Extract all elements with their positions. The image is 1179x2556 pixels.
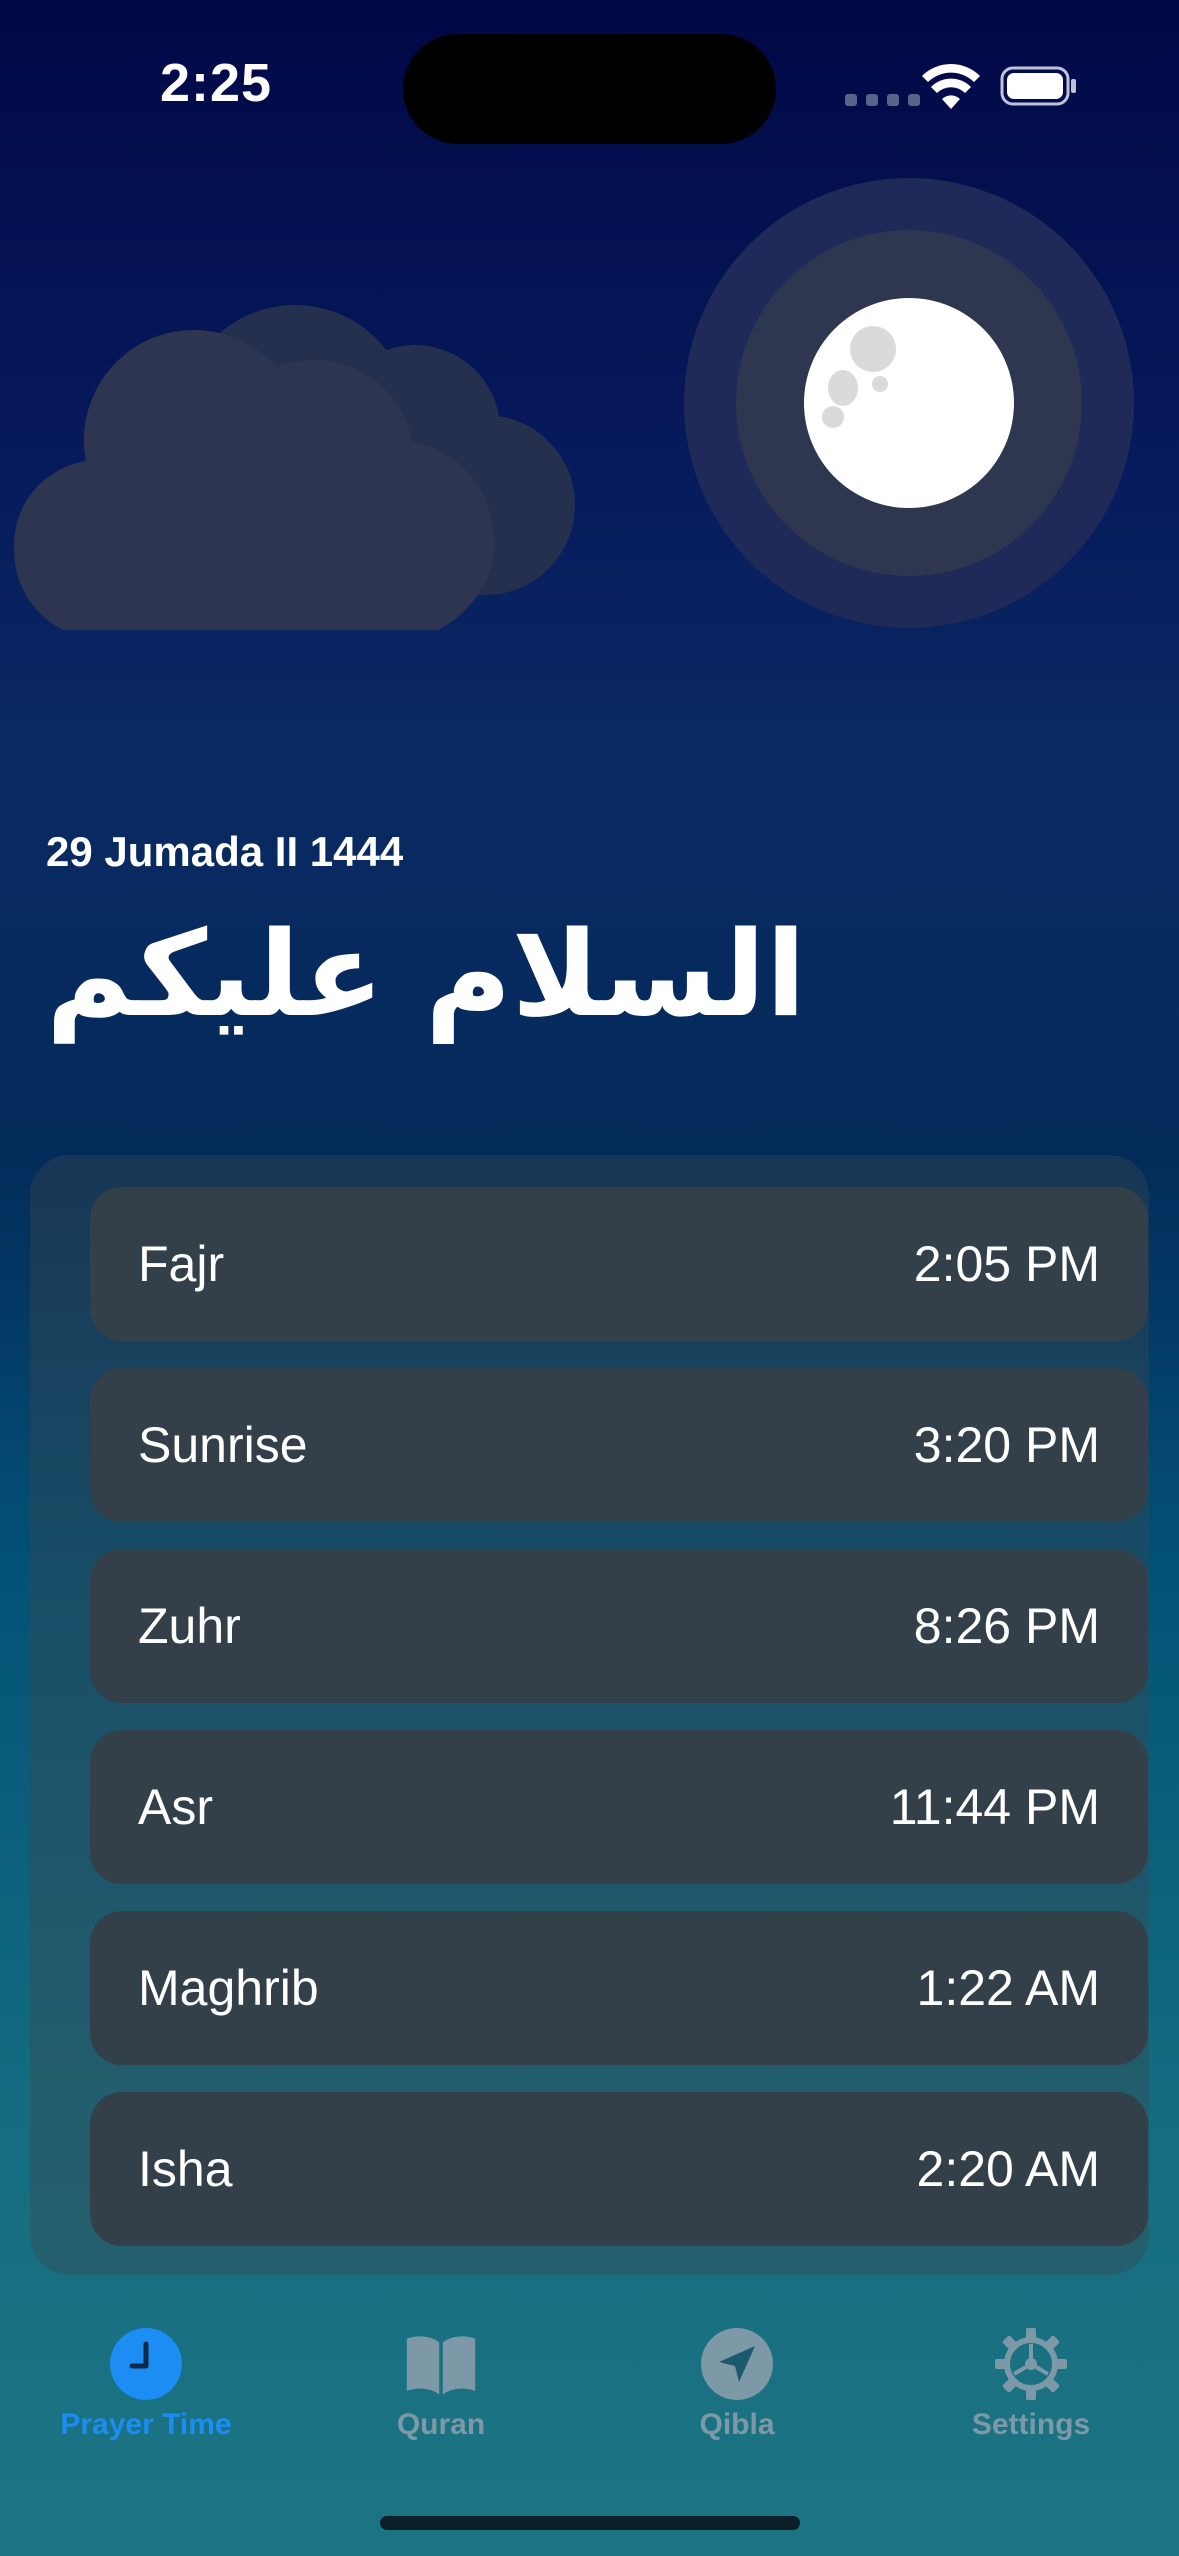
gear-icon [995, 2328, 1067, 2400]
prayer-time: 1:22 AM [916, 1960, 1100, 2016]
tab-label: Settings [971, 2408, 1091, 2441]
book-icon [406, 2336, 476, 2395]
prayer-name: Asr [138, 1779, 213, 1835]
greeting-arabic: السلام عليكم [46, 905, 807, 1043]
prayer-row-isha[interactable]: Isha 2:20 AM [90, 2092, 1148, 2246]
prayer-time: 11:44 PM [889, 1779, 1100, 1835]
prayer-time: 8:26 PM [913, 1598, 1100, 1654]
prayer-name: Fajr [138, 1236, 225, 1292]
prayer-row-asr[interactable]: Asr 11:44 PM [90, 1730, 1148, 1884]
tab-bar: Prayer Time Quran Qibla Settings [0, 2300, 1179, 2480]
prayer-time: 3:20 PM [913, 1417, 1100, 1473]
moon-icon [804, 298, 1014, 508]
wifi-icon [922, 63, 980, 109]
cellular-signal-icon [845, 94, 920, 106]
tab-quran[interactable]: Quran [311, 2300, 571, 2442]
prayer-row-fajr[interactable]: Fajr 2:05 PM [90, 1187, 1148, 1341]
tab-label: Quran [396, 2408, 486, 2441]
prayer-name: Isha [138, 2141, 233, 2197]
battery-icon [1000, 66, 1076, 106]
tab-prayer-time[interactable]: Prayer Time [16, 2300, 276, 2442]
tab-settings[interactable]: Settings [901, 2300, 1161, 2442]
prayer-time: 2:20 AM [916, 2141, 1100, 2197]
clock-icon [110, 2328, 182, 2400]
tab-label: Qibla [699, 2408, 775, 2441]
prayer-row-sunrise[interactable]: Sunrise 3:20 PM [90, 1368, 1148, 1522]
prayer-name: Zuhr [138, 1598, 241, 1654]
prayer-name: Sunrise [138, 1417, 308, 1473]
dynamic-island [403, 34, 776, 144]
prayer-row-zuhr[interactable]: Zuhr 8:26 PM [90, 1549, 1148, 1703]
home-indicator[interactable] [380, 2516, 800, 2530]
tab-label: Prayer Time [60, 2408, 232, 2441]
status-time: 2:25 [160, 53, 273, 113]
prayer-times-card: Fajr 2:05 PM Sunrise 3:20 PM Zuhr 8:26 P… [30, 1155, 1149, 2275]
hijri-date: 29 Jumada II 1444 [46, 828, 404, 875]
cloud-front-illustration [14, 330, 494, 630]
tab-qibla[interactable]: Qibla [607, 2300, 867, 2442]
location-arrow-icon [701, 2328, 773, 2400]
prayer-row-maghrib[interactable]: Maghrib 1:22 AM [90, 1911, 1148, 2065]
prayer-name: Maghrib [138, 1960, 319, 2016]
prayer-time: 2:05 PM [913, 1236, 1100, 1292]
